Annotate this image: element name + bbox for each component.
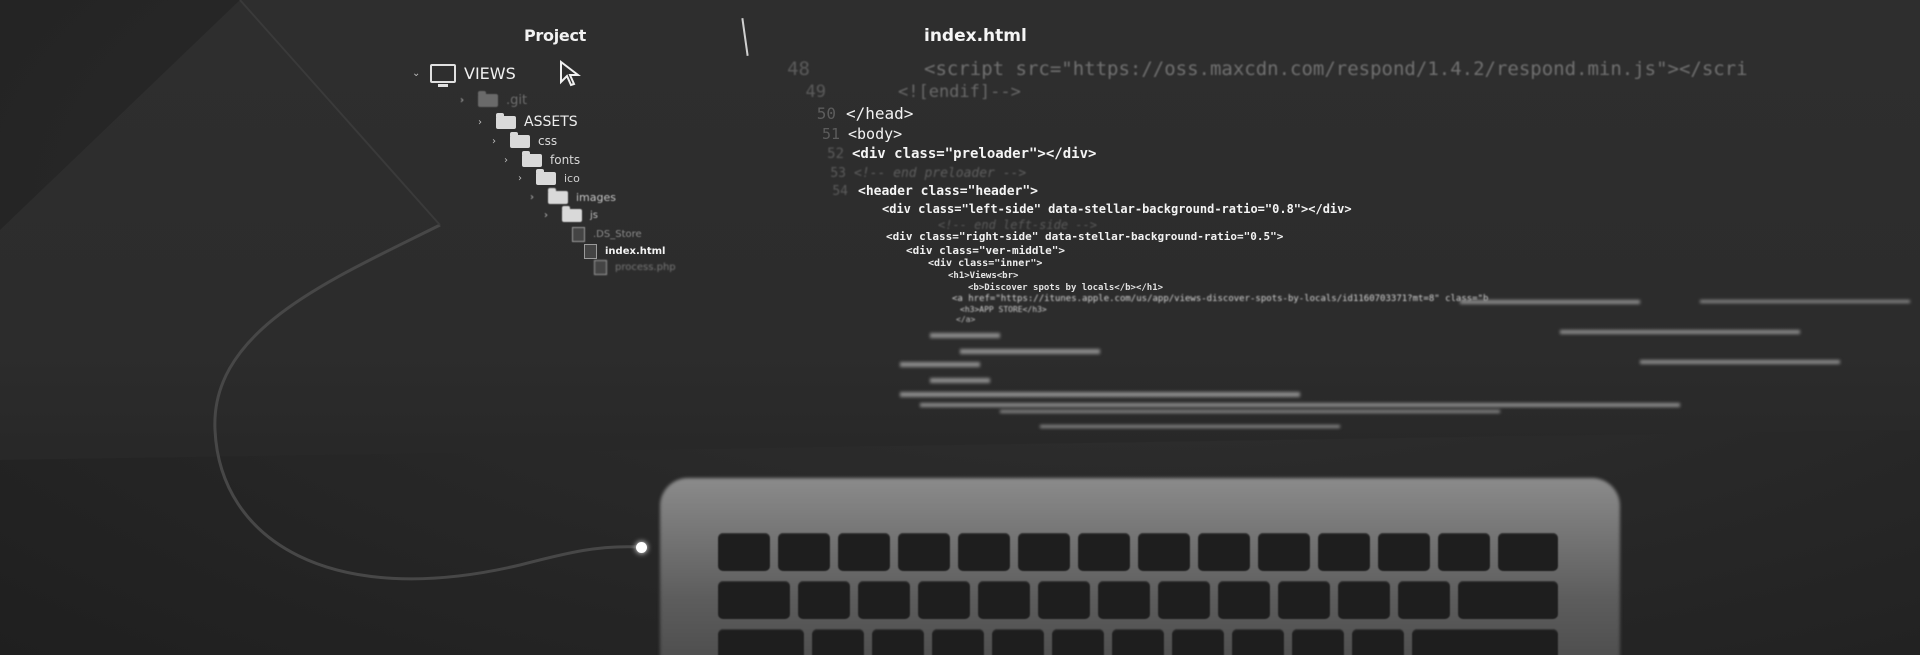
keyboard-key bbox=[838, 533, 890, 571]
keyboard-key bbox=[1318, 533, 1370, 571]
keyboard-key bbox=[978, 581, 1030, 619]
keyboard-key bbox=[1338, 581, 1390, 619]
keyboard-key bbox=[1412, 629, 1558, 655]
keyboard-key bbox=[858, 581, 910, 619]
keyboard-key bbox=[1258, 533, 1310, 571]
keyboard-key bbox=[1078, 533, 1130, 571]
keyboard-key bbox=[1398, 581, 1450, 619]
keyboard-key bbox=[812, 629, 864, 655]
keyboard-key bbox=[1278, 581, 1330, 619]
keyboard-key bbox=[958, 533, 1010, 571]
keyboard-key bbox=[898, 533, 950, 571]
keyboard-key bbox=[872, 629, 924, 655]
keyboard-key bbox=[1158, 581, 1210, 619]
keyboard-key bbox=[992, 629, 1044, 655]
keyboard-key bbox=[1198, 533, 1250, 571]
keyboard-key bbox=[918, 581, 970, 619]
keyboard-key bbox=[1352, 629, 1404, 655]
keyboard-key bbox=[1232, 629, 1284, 655]
keyboard-key bbox=[1292, 629, 1344, 655]
keyboard-key bbox=[798, 581, 850, 619]
keyboard-key bbox=[1172, 629, 1224, 655]
photo-scene: Project ⌄ VIEWS › .git › ASSETS › css › … bbox=[0, 0, 1920, 655]
keyboard-key bbox=[1378, 533, 1430, 571]
keyboard-key bbox=[1458, 581, 1558, 619]
keyboard-key bbox=[718, 629, 804, 655]
keyboard-key bbox=[1038, 581, 1090, 619]
keyboard-key bbox=[1218, 581, 1270, 619]
keyboard-key bbox=[1098, 581, 1150, 619]
keyboard bbox=[718, 533, 1578, 655]
keyboard-key bbox=[718, 533, 770, 571]
keyboard-key bbox=[718, 581, 790, 619]
keyboard-key bbox=[1438, 533, 1490, 571]
keyboard-key bbox=[1052, 629, 1104, 655]
keyboard-key bbox=[1018, 533, 1070, 571]
keyboard-key bbox=[1112, 629, 1164, 655]
keyboard-key bbox=[1498, 533, 1558, 571]
keyboard-key bbox=[932, 629, 984, 655]
keyboard-key bbox=[778, 533, 830, 571]
keyboard-key bbox=[1138, 533, 1190, 571]
